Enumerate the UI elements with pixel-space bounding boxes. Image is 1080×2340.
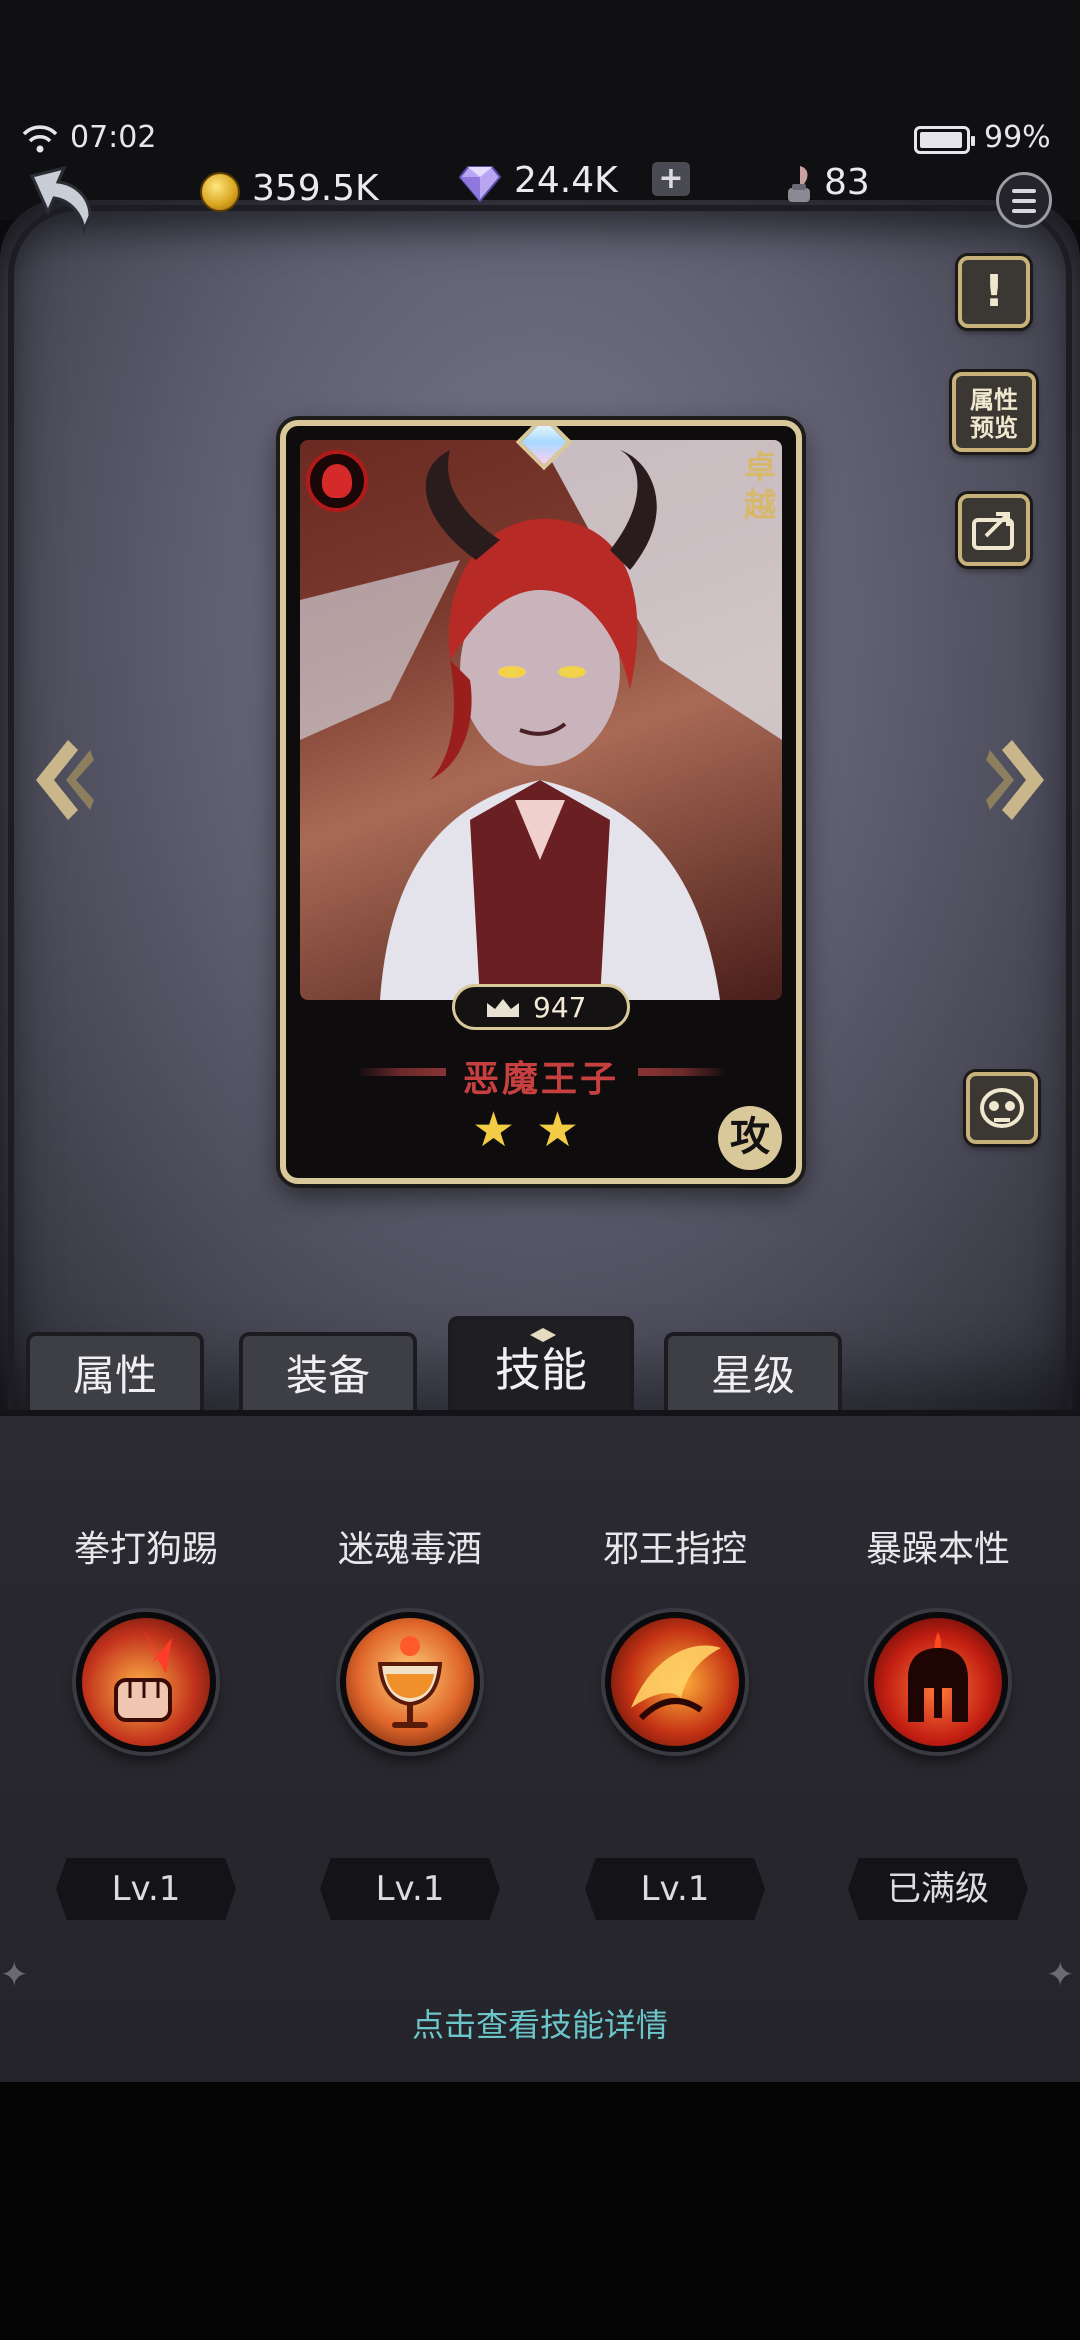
tab-attributes[interactable]: 属性 — [26, 1332, 204, 1412]
attribute-preview-label-line1: 属性 — [970, 386, 1018, 414]
hero-card[interactable]: 卓越 947 恶魔王子 ★ ★ 攻 — [280, 420, 802, 1184]
skill-name: 邪王指控 — [602, 1529, 747, 1570]
previous-hero-arrow[interactable] — [28, 730, 98, 830]
gold-coin-icon — [200, 172, 240, 212]
fist-punch-icon[interactable] — [76, 1612, 216, 1752]
wifi-icon — [22, 125, 58, 153]
poison-wine-icon[interactable] — [340, 1612, 480, 1752]
corner-star-right: ✦ — [1046, 1955, 1075, 1995]
status-time: 07:02 — [70, 120, 157, 155]
power-value: 947 — [533, 991, 587, 1024]
info-button[interactable]: ! — [958, 256, 1030, 328]
attribute-preview-label-line2: 预览 — [970, 414, 1018, 442]
skill-details-hint[interactable]: 点击查看技能详情 — [0, 2000, 1080, 2046]
share-icon — [972, 512, 1014, 550]
crown-icon — [487, 999, 519, 1017]
battery-icon — [914, 126, 975, 154]
flaming-helmet-icon[interactable] — [868, 1612, 1008, 1752]
skill-name: 暴躁本性 — [865, 1529, 1010, 1570]
stamina-amount: 83 — [824, 162, 870, 203]
bottom-area — [0, 2082, 1080, 2340]
quill-ink-icon — [788, 166, 810, 202]
skill-item[interactable]: 拳打狗踢 Lv.1 — [26, 1520, 266, 1920]
gold-amount: 359.5K — [252, 168, 379, 209]
skill-level: Lv.1 — [56, 1858, 236, 1920]
attribute-preview-button[interactable]: 属性 预览 — [952, 372, 1036, 452]
share-button[interactable] — [958, 494, 1030, 566]
tab-skills[interactable]: 技能 — [448, 1316, 634, 1416]
back-button[interactable] — [24, 164, 102, 234]
hero-star-rating: ★ ★ — [472, 1106, 612, 1156]
fire-element-icon — [306, 450, 368, 512]
mask-icon — [980, 1088, 1024, 1128]
power-plate: 947 — [452, 984, 630, 1030]
hero-skin-button[interactable] — [966, 1072, 1038, 1144]
corner-star-left: ✦ — [0, 1955, 29, 1995]
dragon-claw-icon[interactable] — [605, 1612, 745, 1752]
skill-item[interactable]: 迷魂毒酒 Lv.1 — [290, 1520, 530, 1920]
rarity-label: 卓越 — [743, 448, 776, 524]
battery-percent: 99% — [984, 120, 1051, 155]
menu-button[interactable] — [996, 172, 1052, 228]
skill-item[interactable]: 邪王指控 Lv.1 — [555, 1520, 795, 1920]
diamond-icon — [458, 166, 502, 203]
hero-name: 恶魔王子 — [462, 1059, 619, 1100]
skill-name: 拳打狗踢 — [73, 1529, 218, 1570]
star-icon: ★ — [472, 1102, 516, 1158]
skill-level: Lv.1 — [585, 1858, 765, 1920]
skill-name: 迷魂毒酒 — [337, 1529, 482, 1570]
skill-item[interactable]: 暴躁本性 已满级 — [818, 1520, 1058, 1920]
diamond-amount: 24.4K — [514, 160, 618, 201]
next-hero-arrow[interactable] — [982, 730, 1052, 830]
skill-level: 已满级 — [848, 1858, 1028, 1920]
tab-equipment[interactable]: 装备 — [239, 1332, 417, 1412]
role-badge: 攻 — [718, 1106, 782, 1170]
skill-level: Lv.1 — [320, 1858, 500, 1920]
tab-star-level[interactable]: 星级 — [664, 1332, 842, 1412]
add-diamond-button[interactable]: + — [652, 162, 690, 196]
hero-portrait — [300, 440, 782, 1000]
star-icon: ★ — [536, 1102, 580, 1158]
